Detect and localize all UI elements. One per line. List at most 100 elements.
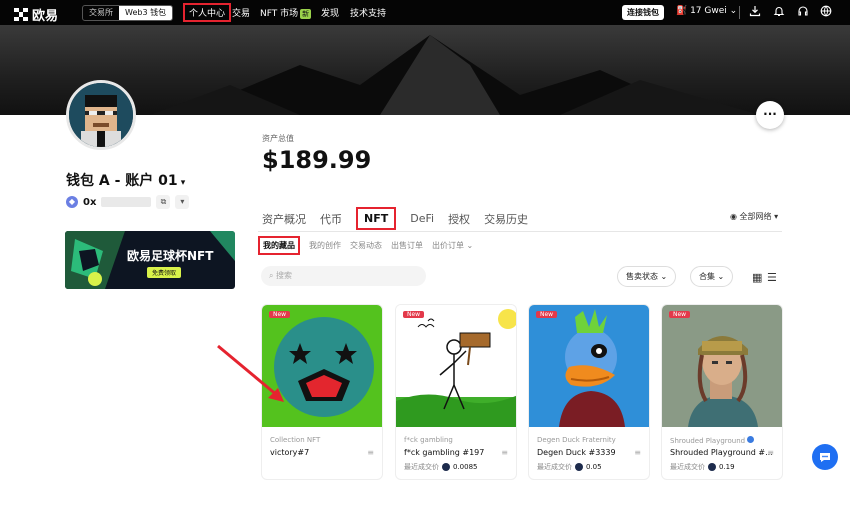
tab-divider — [258, 231, 782, 232]
eth-coin-icon — [708, 463, 716, 471]
tab-history[interactable]: 交易历史 — [484, 211, 528, 227]
eth-coin-icon — [575, 463, 583, 471]
last-price-row: 最近成交价 0.05 — [537, 462, 602, 472]
list-view-icon[interactable]: ☰ — [767, 271, 777, 284]
collection-label: 合集 — [699, 272, 715, 281]
network-icon: ◉ — [730, 212, 740, 221]
nav-support[interactable]: 技术支持 — [350, 6, 386, 19]
segment-exchange[interactable]: 交易所 — [83, 6, 119, 20]
eth-coin-icon — [442, 463, 450, 471]
new-badge: New — [269, 311, 291, 318]
menu-icon[interactable]: ≡ — [634, 448, 641, 457]
chevron-down-icon[interactable]: ▾ — [175, 195, 190, 209]
collection-name: f*ck gambling — [404, 436, 453, 444]
last-price-label: 最近成交价 — [537, 463, 572, 471]
total-assets-label: 资产总值 — [262, 134, 294, 143]
nft-name: Shrouded Playground #... — [670, 448, 773, 457]
copy-icon[interactable]: ⧉ — [156, 195, 171, 209]
grid-view-icon[interactable]: ▦ — [752, 271, 762, 284]
address-row: ◆ 0x ⧉ ▾ — [66, 195, 190, 209]
subtab-activity[interactable]: 交易动态 — [350, 240, 382, 251]
nft-subtabs: 我的藏品 我的创作 交易动态 出售订单 出价订单 ⌄ — [258, 236, 473, 255]
promo-banner[interactable]: 欧易足球杯NFT 免费领取 — [65, 231, 235, 289]
menu-icon[interactable]: ≡ — [367, 448, 374, 457]
segment-web3-wallet[interactable]: Web3 钱包 — [119, 6, 173, 20]
divider — [739, 6, 740, 19]
exchange-wallet-switch: 交易所 Web3 钱包 — [82, 5, 174, 21]
last-price-row: 最近成交价 0.0085 — [404, 462, 478, 472]
chevron-down-icon: ⌄ — [726, 6, 738, 16]
verified-icon — [747, 436, 755, 443]
new-badge: New — [536, 311, 558, 318]
connect-wallet-button[interactable]: 连接钱包 — [622, 5, 664, 20]
download-icon[interactable] — [748, 5, 762, 19]
chevron-down-icon: ⌄ — [464, 241, 474, 250]
collection-name: Degen Duck Fraternity — [537, 436, 616, 444]
logo-text: 欧易 — [32, 9, 59, 24]
nav-discover[interactable]: 发现 — [321, 6, 339, 19]
network-selector[interactable]: ◉ 全部网络 ▾ — [730, 211, 778, 222]
collection-name-verified: Shrouded Playground — [670, 436, 755, 445]
caret-down-icon: ▾ — [177, 178, 186, 188]
chevron-down-icon: ⌄ — [658, 272, 668, 281]
nft-name: Degen Duck #3339 — [537, 448, 616, 457]
collection-name: Collection NFT — [270, 436, 321, 444]
sale-status-label: 售卖状态 — [626, 272, 658, 281]
nft-card[interactable]: New Shrouded Playground Shrouded Playgro… — [661, 304, 783, 480]
chevron-down-icon: ▾ — [771, 212, 779, 221]
new-badge: New — [403, 311, 425, 318]
nft-card[interactable]: New Degen Duck Fraternity Degen Duck #33… — [528, 304, 650, 480]
subtab-bid-orders-label: 出价订单 — [432, 241, 464, 250]
last-price-value: 0.05 — [586, 463, 602, 471]
tab-defi[interactable]: DeFi — [410, 212, 434, 225]
chat-bubble-icon — [820, 453, 830, 462]
chevron-down-icon: ⌄ — [715, 272, 725, 281]
okx-logo[interactable]: 欧易 — [14, 5, 58, 24]
new-badge: New — [669, 311, 691, 318]
last-price-label: 最近成交价 — [404, 463, 439, 471]
search-input[interactable]: ⌕ 搜索 — [261, 266, 426, 286]
nav-nft-market-label: NFT 市场 — [260, 9, 299, 19]
subtab-bid-orders[interactable]: 出价订单 ⌄ — [432, 240, 473, 251]
nav-personal-center[interactable]: 个人中心 — [183, 3, 232, 22]
search-icon: ⌕ — [269, 271, 277, 280]
nav-trade[interactable]: 交易 — [232, 6, 250, 19]
nft-image-shrouded-playground: New — [662, 305, 782, 427]
more-options-button[interactable]: ··· — [756, 101, 784, 129]
menu-icon[interactable]: ≡ — [767, 448, 774, 457]
collection-dropdown[interactable]: 合集 ⌄ — [690, 266, 734, 287]
pixel-avatar[interactable] — [66, 80, 136, 150]
subtab-my-creations[interactable]: 我的创作 — [309, 240, 341, 251]
search-placeholder: 搜索 — [276, 271, 293, 280]
asset-tabs: 资产概况 代币 NFT DeFi 授权 交易历史 — [262, 207, 528, 230]
nft-image-fck-gambling: New — [396, 305, 516, 427]
subtab-my-collection[interactable]: 我的藏品 — [258, 236, 300, 255]
tab-overview[interactable]: 资产概况 — [262, 211, 306, 227]
bell-icon[interactable] — [772, 5, 786, 19]
subtab-sell-orders[interactable]: 出售订单 — [391, 240, 423, 251]
tab-approvals[interactable]: 授权 — [448, 211, 470, 227]
address-prefix: 0x — [83, 196, 97, 208]
annotation-arrow-icon — [217, 344, 284, 402]
nft-card[interactable]: New f*ck gambling f*ck gambling #197 ≡ 最… — [395, 304, 517, 480]
tab-tokens[interactable]: 代币 — [320, 211, 342, 227]
headset-icon[interactable] — [796, 5, 810, 19]
tab-nft[interactable]: NFT — [356, 207, 397, 230]
nft-name: f*ck gambling #197 — [404, 448, 485, 457]
address-redacted — [101, 197, 152, 207]
gas-selector[interactable]: ⛽ 17 Gwei ⌄ — [676, 6, 737, 16]
chat-support-button[interactable] — [812, 444, 838, 470]
logo-grid-icon — [14, 7, 28, 22]
wallet-account-selector[interactable]: 钱包 A - 账户 01 ▾ — [66, 170, 185, 190]
nav-nft-market[interactable]: NFT 市场新 — [260, 6, 312, 19]
last-price-value: 0.0085 — [453, 463, 478, 471]
sale-status-dropdown[interactable]: 售卖状态 ⌄ — [617, 266, 677, 287]
wallet-name: 钱包 A - 账户 01 — [66, 173, 178, 189]
promo-claim-button[interactable]: 免费领取 — [147, 267, 182, 278]
gas-value: 17 Gwei — [690, 6, 727, 16]
globe-icon[interactable] — [819, 5, 833, 19]
top-navigation-bar: 欧易 交易所 Web3 钱包 个人中心 交易 NFT 市场新 发现 技术支持 连… — [0, 0, 850, 25]
menu-icon[interactable]: ≡ — [501, 448, 508, 457]
collection-name: Shrouded Playground — [670, 437, 746, 445]
new-tag: 新 — [300, 9, 312, 19]
